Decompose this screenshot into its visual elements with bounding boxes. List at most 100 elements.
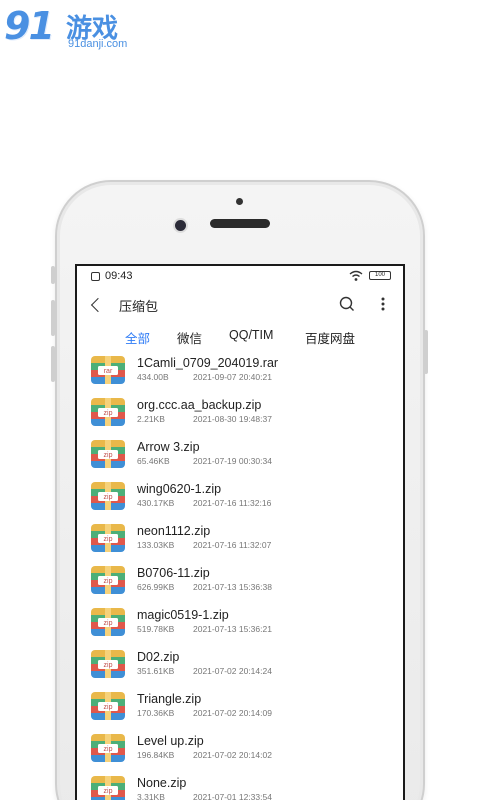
app-bar: 压缩包 — [77, 292, 403, 320]
file-size: 2.21KB — [137, 414, 165, 424]
archive-file-icon: zip — [91, 776, 125, 800]
sim-icon — [91, 272, 100, 281]
tab-all[interactable]: 全部 — [125, 328, 150, 347]
file-size: 434.00B — [137, 372, 169, 382]
file-size: 133.03KB — [137, 540, 175, 550]
file-meta: 430.17KB 2021-07-16 11:32:16 — [137, 498, 271, 508]
file-date: 2021-07-19 00:30:34 — [193, 456, 272, 466]
archive-file-icon: zip — [91, 482, 125, 510]
phone-speaker — [210, 219, 270, 228]
site-logo: 91 游戏 91danji.com — [4, 4, 144, 54]
file-date: 2021-07-13 15:36:21 — [193, 624, 272, 634]
logo-number: 91 — [4, 4, 55, 48]
battery-icon: 100 — [369, 271, 391, 280]
file-name: B0706-11.zip — [137, 566, 210, 580]
tab-baidu-netdisk[interactable]: 百度网盘 — [305, 328, 355, 347]
file-date: 2021-07-13 15:36:38 — [193, 582, 272, 592]
file-meta: 133.03KB 2021-07-16 11:32:07 — [137, 540, 271, 550]
file-date: 2021-07-02 20:14:09 — [193, 708, 272, 718]
file-name: wing0620-1.zip — [137, 482, 222, 496]
archive-file-icon: zip — [91, 566, 125, 594]
wifi-icon — [349, 270, 363, 281]
archive-file-icon: zip — [91, 608, 125, 636]
back-chevron-icon[interactable] — [90, 297, 106, 313]
status-time: 09:43 — [105, 270, 133, 282]
archive-file-icon: zip — [91, 524, 125, 552]
archive-file-icon: zip — [91, 692, 125, 720]
file-list-item[interactable]: zip D02.zip 351.61KB 2021-07-02 20:14:24 — [77, 648, 403, 690]
phone-volume-down — [51, 346, 55, 382]
archive-type-label: zip — [104, 704, 113, 711]
archive-file-icon: zip — [91, 734, 125, 762]
file-list-item[interactable]: rar 1Camli_0709_204019.rar 434.00B 2021-09-… — [77, 354, 403, 396]
archive-type-label: rar — [104, 368, 113, 375]
archive-type-label: zip — [104, 662, 113, 669]
file-meta: 2.21KB 2021-08-30 19:48:37 — [137, 414, 272, 424]
archive-type-label: zip — [104, 746, 113, 753]
more-vertical-icon[interactable] — [378, 296, 388, 312]
file-size: 626.99KB — [137, 582, 175, 592]
file-list-item[interactable]: zip org.ccc.aa_backup.zip 2.21KB 2021-08-30… — [77, 396, 403, 438]
file-list-item[interactable]: zip magic0519-1.zip 519.78KB 2021-07-13 15:… — [77, 606, 403, 648]
file-date: 2021-07-16 11:32:16 — [193, 498, 272, 508]
file-name: org.ccc.aa_backup.zip — [137, 398, 262, 412]
logo-url: 91danji.com — [68, 38, 128, 50]
file-date: 2021-07-02 20:14:02 — [193, 750, 272, 760]
phone-front-camera — [175, 220, 186, 231]
archive-file-icon: rar — [91, 356, 125, 384]
archive-type-label: zip — [104, 620, 113, 627]
file-date: 2021-08-30 19:48:37 — [193, 414, 272, 424]
file-size: 65.46KB — [137, 456, 170, 466]
file-list-item[interactable]: zip Arrow 3.zip 65.46KB 2021-07-19 00:30:34 — [77, 438, 403, 480]
page-title: 压缩包 — [119, 299, 159, 314]
file-meta: 434.00B 2021-09-07 20:40:21 — [137, 372, 272, 382]
phone-top-sensor — [236, 198, 243, 205]
phone-mute-switch — [51, 266, 55, 284]
archive-type-label: zip — [104, 452, 113, 459]
file-meta: 65.46KB 2021-07-19 00:30:34 — [137, 456, 272, 466]
file-date: 2021-07-16 11:32:07 — [193, 540, 272, 550]
file-list-item[interactable]: zip wing0620-1.zip 430.17KB 2021-07-16 11:3… — [77, 480, 403, 522]
file-size: 196.84KB — [137, 750, 175, 760]
file-list-item[interactable]: zip B0706-11.zip 626.99KB 2021-07-13 15:36:… — [77, 564, 403, 606]
status-bar: 09:43 100 — [77, 266, 403, 286]
search-icon[interactable] — [339, 296, 355, 312]
file-name: magic0519-1.zip — [137, 608, 229, 622]
file-name: None.zip — [137, 776, 187, 790]
file-size: 3.31KB — [137, 792, 165, 800]
file-name: Level up.zip — [137, 734, 204, 748]
file-list-item[interactable]: zip Triangle.zip 170.36KB 2021-07-02 20:14:… — [77, 690, 403, 732]
tab-qq-tim[interactable]: QQ/TIM — [229, 328, 273, 342]
phone-power-button — [424, 330, 428, 374]
file-list-item[interactable]: zip neon1112.zip 133.03KB 2021-07-16 11:32:… — [77, 522, 403, 564]
archive-type-label: zip — [104, 494, 113, 501]
file-meta: 626.99KB 2021-07-13 15:36:38 — [137, 582, 272, 592]
file-size: 519.78KB — [137, 624, 175, 634]
archive-type-label: zip — [104, 410, 113, 417]
file-meta: 170.36KB 2021-07-02 20:14:09 — [137, 708, 272, 718]
file-meta: 519.78KB 2021-07-13 15:36:21 — [137, 624, 272, 634]
file-meta: 351.61KB 2021-07-02 20:14:24 — [137, 666, 272, 676]
archive-type-label: zip — [104, 788, 113, 795]
file-size: 170.36KB — [137, 708, 175, 718]
archive-type-label: zip — [104, 578, 113, 585]
file-list-item[interactable]: zip Level up.zip 196.84KB 2021-07-02 20:14:… — [77, 732, 403, 774]
phone-volume-up — [51, 300, 55, 336]
phone-screen: 09:43 100 压缩包 全部 微信 QQ/TIM 百度网盘 rar 1Caml… — [75, 264, 405, 800]
file-date: 2021-07-02 20:14:24 — [193, 666, 272, 676]
file-name: neon1112.zip — [137, 524, 211, 538]
file-list-item[interactable]: zip None.zip 3.31KB 2021-07-01 12:33:54 — [77, 774, 403, 800]
file-date: 2021-09-07 20:40:21 — [193, 372, 272, 382]
archive-file-icon: zip — [91, 650, 125, 678]
file-date: 2021-07-01 12:33:54 — [193, 792, 272, 800]
archive-type-label: zip — [104, 536, 113, 543]
category-tabs: 全部 微信 QQ/TIM 百度网盘 — [77, 326, 403, 354]
file-meta: 196.84KB 2021-07-02 20:14:02 — [137, 750, 272, 760]
file-meta: 3.31KB 2021-07-01 12:33:54 — [137, 792, 272, 800]
file-size: 430.17KB — [137, 498, 175, 508]
file-name: Arrow 3.zip — [137, 440, 200, 454]
archive-file-icon: zip — [91, 440, 125, 468]
file-name: Triangle.zip — [137, 692, 202, 706]
tab-wechat[interactable]: 微信 — [177, 328, 202, 347]
file-name: D02.zip — [137, 650, 180, 664]
